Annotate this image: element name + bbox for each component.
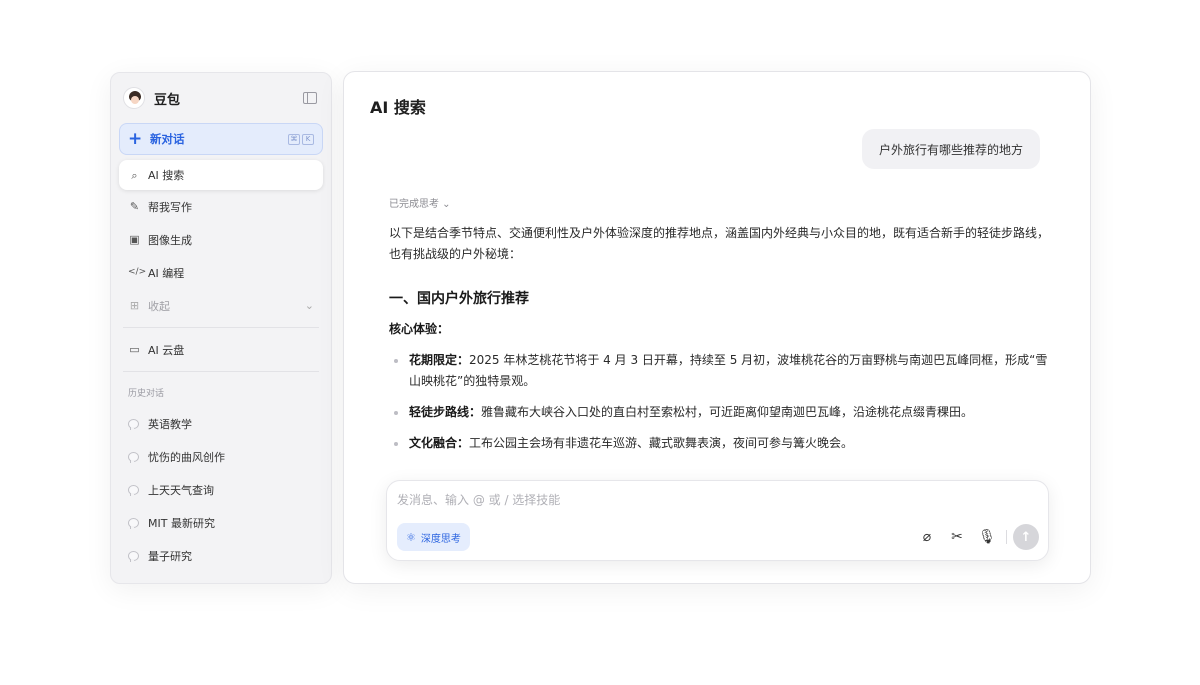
sidebar-item-label: AI 搜索: [148, 169, 185, 182]
history-section-title: 历史对话: [128, 388, 165, 399]
bullet-text: 雅鲁藏布大峡谷入口处的直白村至索松村，可近距离仰望南迦巴瓦峰，沿途桃花点缀青稞田…: [481, 405, 974, 419]
scissors-icon[interactable]: ✂: [944, 524, 970, 550]
paperclip-icon[interactable]: ⌀: [914, 524, 940, 550]
sidebar: 豆包 + 新对话 ⌘ K ⌕ AI 搜索 ✎ 帮我写作 ▣ 图像生成 </> A…: [110, 72, 332, 584]
sidebar-header: 豆包: [119, 73, 323, 123]
chat-bubble-icon: [128, 550, 139, 562]
composer-tools: ⌀ ✂ 🎙︎ ↑: [914, 523, 1039, 551]
send-button[interactable]: ↑: [1013, 524, 1039, 550]
sidebar-item-label: 图像生成: [148, 233, 192, 247]
chat-bubble-icon: [128, 451, 139, 463]
history-item[interactable]: 忧伤的曲风创作: [119, 440, 323, 473]
sidebar-item-writing[interactable]: ✎ 帮我写作: [119, 190, 323, 223]
bullet-text: 工布公园主会场有非遗花车巡游、藏式歌舞表演，夜间可参与篝火晚会。: [469, 436, 854, 450]
response-intro: 以下是结合季节特点、交通便利性及户外体验深度的推荐地点，涵盖国内外经典与小众目的…: [389, 226, 1050, 261]
atom-icon: ⚛: [406, 530, 416, 544]
new-chat-button[interactable]: + 新对话 ⌘ K: [119, 123, 323, 155]
history-item[interactable]: 英语教学: [119, 407, 323, 440]
k-key-icon: K: [302, 133, 314, 145]
user-message-bubble: 户外旅行有哪些推荐的地方: [861, 129, 1040, 169]
history-item-label: 量子研究: [148, 549, 192, 563]
message-input[interactable]: [397, 493, 997, 507]
sidebar-item-coding[interactable]: </> AI 编程: [119, 256, 323, 289]
chat-bubble-icon: [128, 418, 139, 430]
search-spark-icon: ⌕: [131, 168, 138, 182]
sidebar-item-image-gen[interactable]: ▣ 图像生成: [119, 223, 323, 256]
divider: [123, 327, 319, 328]
history-item-label: 忧伤的曲风创作: [148, 450, 225, 464]
chat-panel: AI 搜索 户外旅行有哪些推荐的地方 已完成思考 ⌄ 以下是结合季节特点、交通便…: [343, 71, 1091, 584]
chevron-down-icon: ⌄: [304, 299, 314, 312]
history-item[interactable]: 上天天气查询: [119, 473, 323, 506]
list-item: 轻徒步路线：雅鲁藏布大峡谷入口处的直白村至索松村，可近距离仰望南迦巴瓦峰，沿途桃…: [389, 402, 1049, 423]
list-item: 文化融合：工布公园主会场有非遗花车巡游、藏式歌舞表演，夜间可参与篝火晚会。: [389, 433, 1049, 454]
new-chat-label: 新对话: [150, 132, 185, 146]
shortcut-hint: ⌘ K: [288, 133, 314, 145]
microphone-icon[interactable]: 🎙︎: [974, 524, 1000, 550]
list-item: 花期限定：2025 年林芝桃花节将于 4 月 3 日开幕，持续至 5 月初，波堆…: [389, 350, 1049, 392]
code-icon: </>: [128, 267, 147, 277]
bullet-label: 花期限定：: [409, 353, 470, 367]
sidebar-item-collapse[interactable]: ⊞ 收起 ⌄: [119, 289, 323, 322]
history-item[interactable]: MIT 最新研究: [119, 506, 323, 539]
pen-icon: ✎: [129, 200, 140, 213]
sidebar-item-label: AI 云盘: [148, 343, 185, 357]
bullet-label: 文化融合：: [409, 436, 470, 450]
deep-think-label: 深度思考: [420, 533, 461, 545]
sidebar-toggle-icon[interactable]: [303, 92, 317, 104]
sidebar-item-label: 帮我写作: [148, 200, 192, 214]
sidebar-item-cloud[interactable]: ▭ AI 云盘: [119, 333, 323, 366]
history-item[interactable]: 量子研究: [119, 539, 323, 572]
command-key-icon: ⌘: [288, 133, 300, 145]
response-subheading: 核心体验：: [389, 322, 450, 336]
history-item-label: 上天天气查询: [148, 483, 214, 497]
divider: [123, 371, 319, 372]
folder-icon: ▭: [129, 343, 140, 356]
plus-icon: +: [128, 128, 143, 149]
sidebar-item-label: 收起: [148, 299, 170, 313]
sidebar-item-ai-search[interactable]: ⌕ AI 搜索: [119, 160, 323, 190]
chat-bubble-icon: [128, 517, 139, 529]
bullet-label: 轻徒步路线：: [409, 405, 482, 419]
bullet-text: 2025 年林芝桃花节将于 4 月 3 日开幕，持续至 5 月初，波堆桃花谷的万…: [409, 353, 1048, 388]
deep-think-button[interactable]: ⚛ 深度思考: [397, 523, 470, 551]
avatar[interactable]: [123, 87, 145, 109]
divider: [1006, 530, 1007, 544]
chat-bubble-icon: [128, 484, 139, 496]
response-heading: 一、国内户外旅行推荐: [389, 291, 529, 307]
app-name: 豆包: [154, 92, 181, 108]
page-title: AI 搜索: [370, 98, 426, 117]
message-composer: ⚛ 深度思考 ⌀ ✂ 🎙︎ ↑: [386, 480, 1049, 561]
thinking-status-toggle[interactable]: 已完成思考 ⌄: [389, 195, 451, 210]
image-icon: ▣: [129, 233, 140, 246]
response-bullet-list: 花期限定：2025 年林芝桃花节将于 4 月 3 日开幕，持续至 5 月初，波堆…: [389, 350, 1049, 454]
history-item-label: 英语教学: [148, 417, 192, 431]
history-item-label: MIT 最新研究: [148, 516, 215, 530]
user-message-text: 户外旅行有哪些推荐的地方: [878, 142, 1023, 157]
assistant-response: 以下是结合季节特点、交通便利性及户外体验深度的推荐地点，涵盖国内外经典与小众目的…: [389, 223, 1049, 464]
grid-icon: ⊞: [129, 299, 140, 312]
sidebar-item-label: AI 编程: [148, 266, 185, 280]
